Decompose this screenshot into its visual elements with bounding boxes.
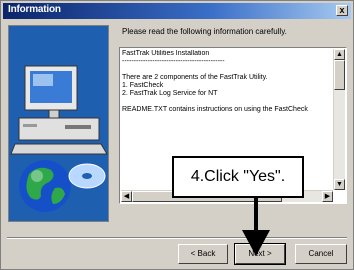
readme-line: FastTrak Utilities Installation	[122, 50, 210, 57]
instruction-text: Please read the following information ca…	[122, 27, 287, 36]
back-button[interactable]: < Back	[178, 244, 228, 264]
readme-line	[122, 66, 332, 74]
readme-line: 2. FastTrak Log Service for NT	[122, 90, 218, 97]
window-title: Information	[8, 4, 61, 15]
callout-text: 4.Click "Yes".	[190, 168, 286, 185]
disc-icon	[68, 163, 106, 189]
setup-illustration	[8, 25, 109, 222]
globe-icon	[19, 160, 71, 212]
readme-line: README.TXT contains instructions on usin…	[122, 106, 308, 113]
setup-dialog: Information x Please read the following …	[0, 0, 354, 270]
scroll-down-icon[interactable]: ▼	[334, 179, 345, 190]
readme-line	[122, 98, 332, 106]
separator	[7, 237, 347, 239]
readme-line: ----------------------------------------…	[122, 58, 225, 65]
title-bar[interactable]: Information x	[3, 3, 351, 19]
readme-line: There are 2 components of the FastTrak U…	[122, 74, 268, 81]
vertical-scroll-thumb[interactable]	[334, 60, 345, 90]
scroll-right-icon[interactable]: ▶	[322, 191, 333, 202]
scroll-up-icon[interactable]: ▲	[334, 49, 345, 60]
computer-icon	[10, 65, 108, 155]
readme-line: 1. FastCheck	[122, 82, 164, 89]
cancel-button[interactable]: Cancel	[295, 244, 347, 264]
vertical-scrollbar[interactable]: ▲ ▼	[333, 49, 345, 190]
scroll-left-icon[interactable]: ◀	[121, 191, 132, 202]
arrow-down-icon	[242, 196, 270, 256]
close-button[interactable]: x	[336, 5, 348, 16]
instruction-callout: 4.Click "Yes".	[172, 156, 304, 198]
